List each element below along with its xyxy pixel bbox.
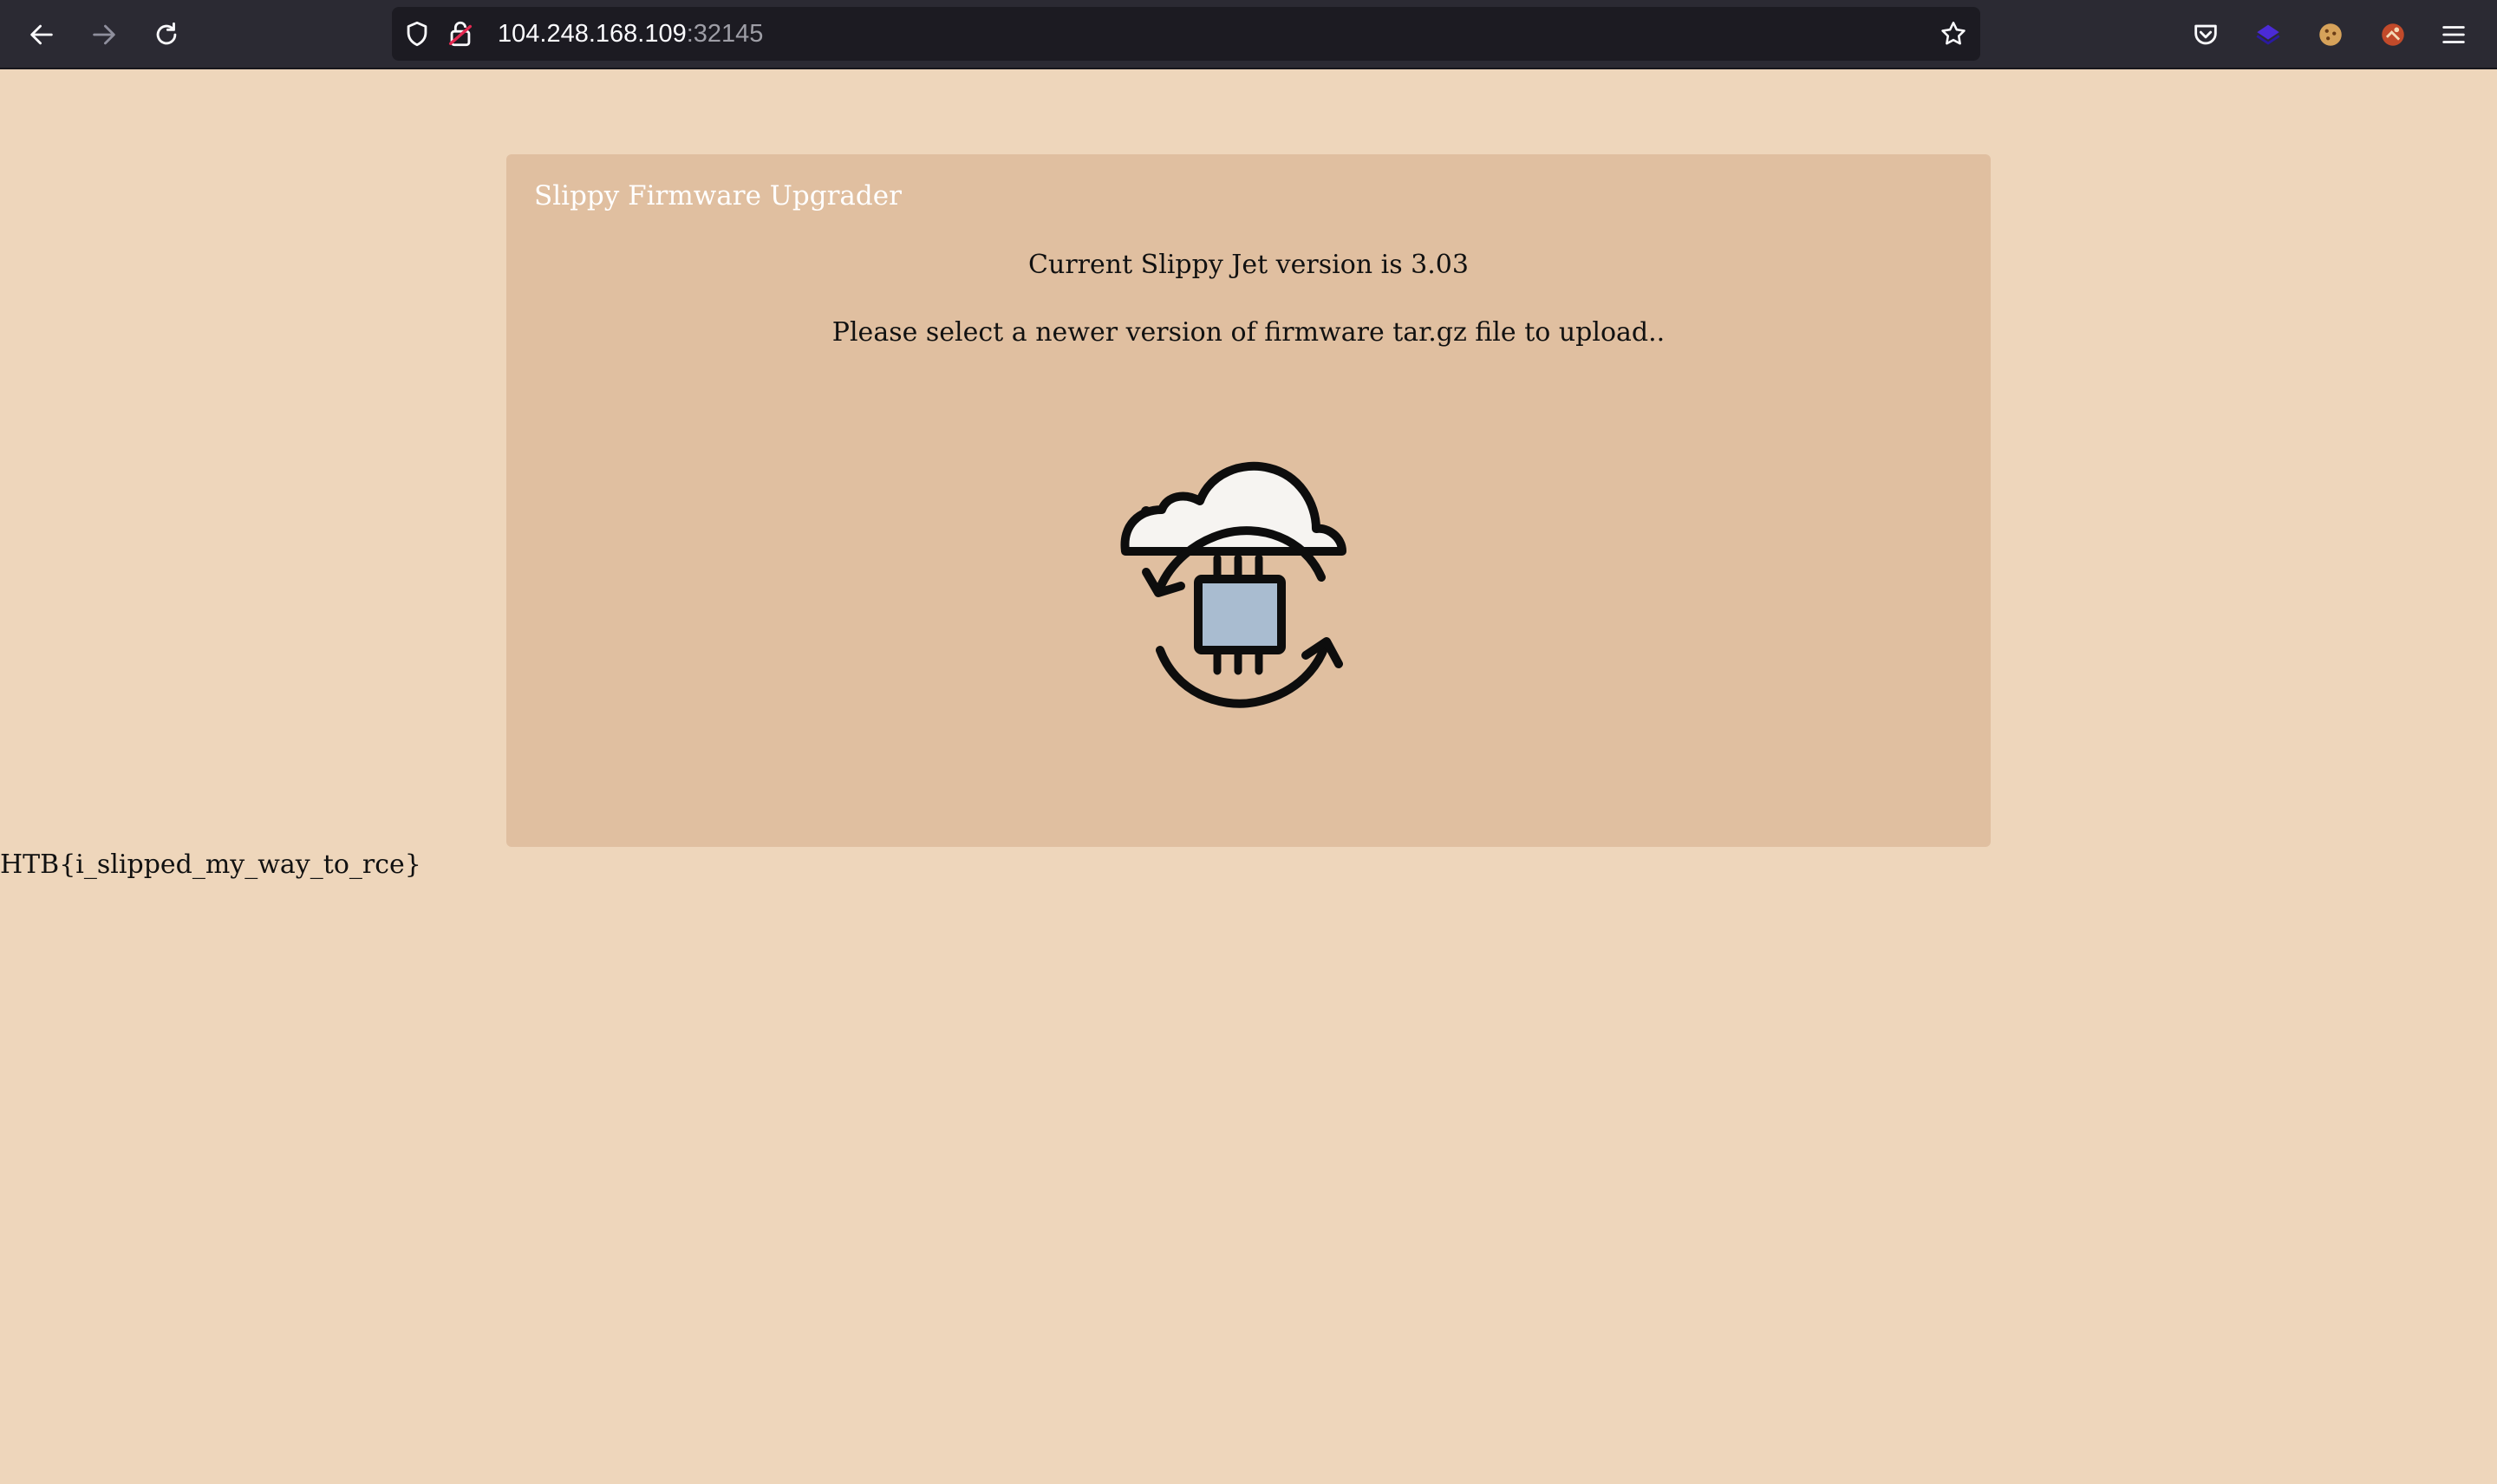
url-port: :32145 bbox=[686, 20, 764, 48]
url-text[interactable]: 104.248.168.109:32145 bbox=[498, 7, 763, 61]
cloud-firmware-update-icon[interactable] bbox=[1120, 458, 1380, 735]
pocket-icon bbox=[2194, 24, 2217, 45]
forward-icon bbox=[93, 24, 115, 45]
upgrader-card: Slippy Firmware Upgrader Current Slippy … bbox=[506, 154, 1991, 847]
bookmark-star-icon[interactable] bbox=[1939, 19, 1968, 49]
card-title: Slippy Firmware Upgrader bbox=[534, 180, 902, 212]
reload-button[interactable] bbox=[146, 14, 187, 55]
browser-toolbar: 104.248.168.109:32145 bbox=[0, 0, 2497, 69]
cookie-icon bbox=[2319, 23, 2342, 46]
extension-button-1[interactable] bbox=[2251, 17, 2285, 52]
insecure-lock-icon[interactable] bbox=[446, 19, 475, 49]
extension-icon bbox=[2256, 24, 2280, 45]
output-text: HTB{i_slipped_my_way_to_rce} bbox=[0, 849, 421, 880]
url-bar[interactable]: 104.248.168.109:32145 bbox=[392, 7, 1980, 61]
shield-icon[interactable] bbox=[402, 19, 432, 49]
url-host: 104.248.168.109 bbox=[498, 20, 687, 48]
menu-button[interactable] bbox=[2436, 17, 2471, 52]
menu-icon bbox=[2442, 26, 2465, 43]
cookie-button[interactable] bbox=[2313, 17, 2348, 52]
instruction-text: Please select a newer version of firmwar… bbox=[831, 317, 1666, 348]
back-icon bbox=[30, 24, 53, 45]
pocket-button[interactable] bbox=[2188, 17, 2223, 52]
extension-icon bbox=[2382, 23, 2404, 46]
forward-button[interactable] bbox=[83, 14, 125, 55]
version-text: Current Slippy Jet version is 3.03 bbox=[1028, 250, 1469, 280]
reload-icon bbox=[156, 22, 177, 45]
back-button[interactable] bbox=[21, 14, 62, 55]
extension-button-2[interactable] bbox=[2376, 17, 2410, 52]
